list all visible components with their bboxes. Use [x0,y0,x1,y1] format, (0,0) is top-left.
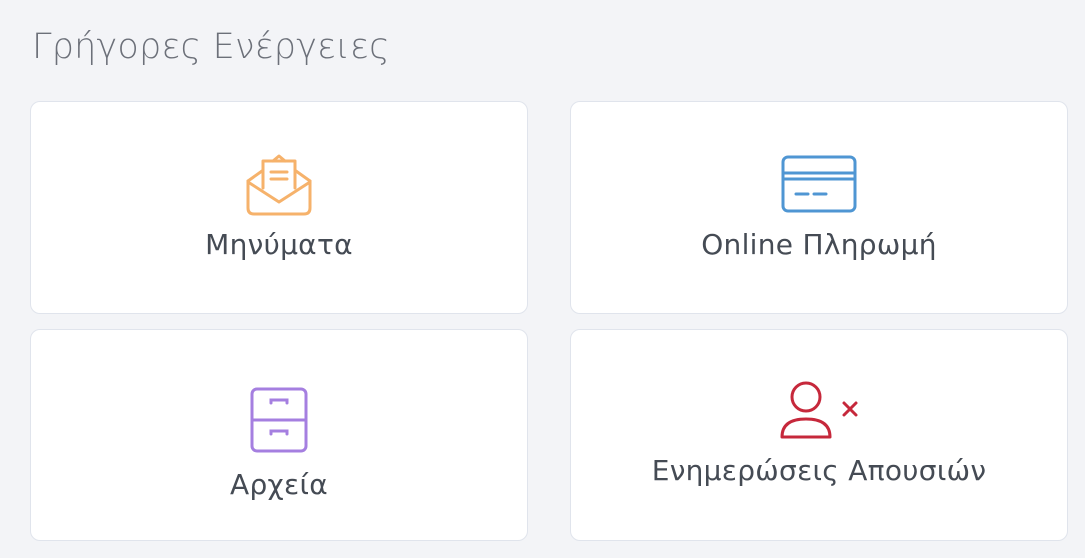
messages-card[interactable]: Μηνύματα [30,101,528,314]
quick-actions-panel: Γρήγορες Ενέργειες Μηνύματα Online Πληρω… [0,0,1085,558]
open-envelope-icon [246,154,312,216]
online-payment-label: Online Πληρωμή [701,228,937,261]
absence-updates-label: Ενημερώσεις Απουσιών [651,454,987,487]
absence-updates-card[interactable]: Ενημερώσεις Απουσιών [570,329,1068,541]
section-title: Γρήγορες Ενέργειες [32,27,390,67]
files-card[interactable]: Αρχεία [30,329,528,541]
online-payment-card[interactable]: Online Πληρωμή [570,101,1068,314]
messages-label: Μηνύματα [205,228,353,261]
user-remove-icon [780,381,858,439]
files-label: Αρχεία [230,468,328,501]
credit-card-icon [781,155,857,213]
file-cabinet-icon [250,387,308,453]
